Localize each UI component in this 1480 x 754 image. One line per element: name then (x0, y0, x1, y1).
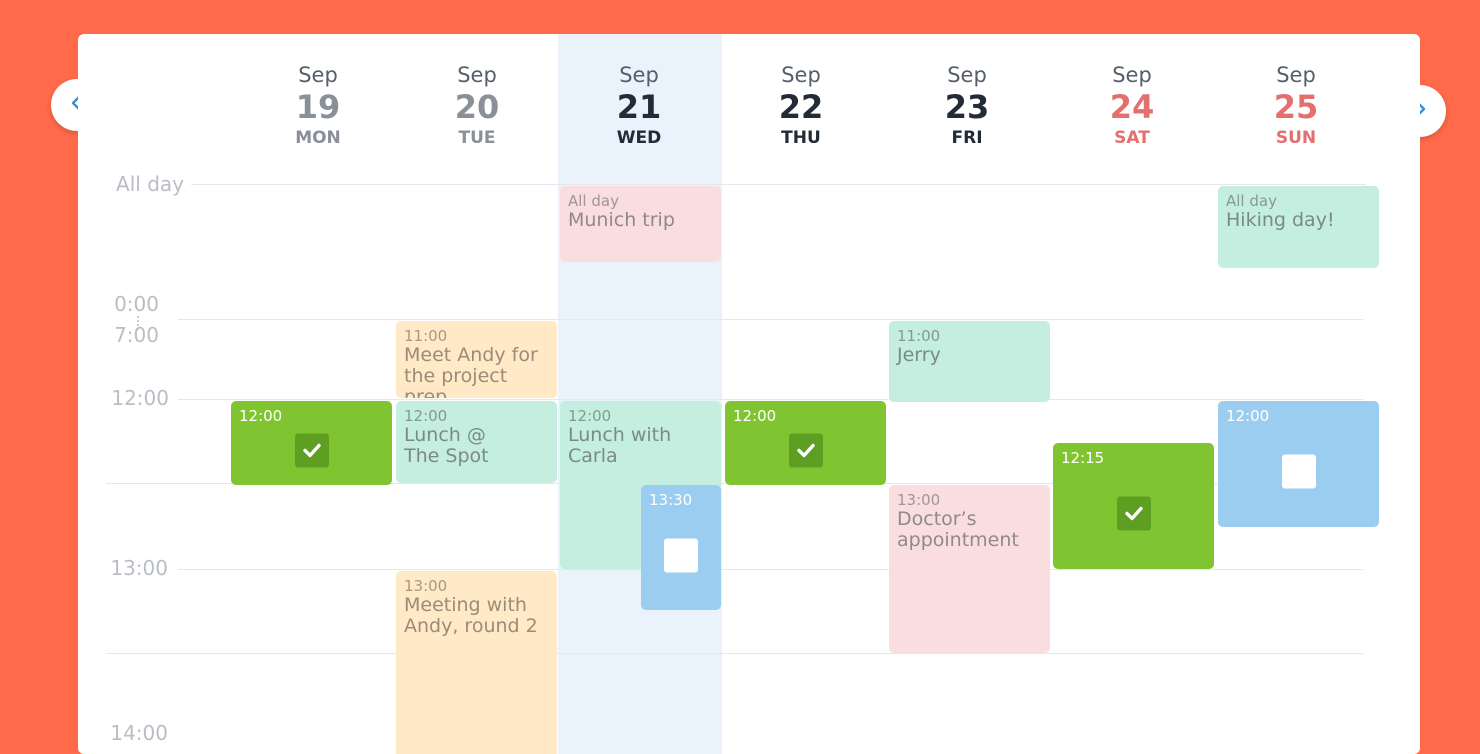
grid-line (178, 569, 1363, 570)
day-number: 24 (1109, 88, 1155, 126)
time-label-0: 0:00 (114, 292, 159, 316)
event-title: Doctor’s appointment (897, 508, 1019, 551)
grid-line (178, 399, 1363, 400)
day-weekday: WED (616, 128, 662, 148)
event-time: All day (568, 192, 619, 210)
event-time: 12:00 (404, 407, 448, 425)
day-month: Sep (457, 63, 497, 87)
calendar-card: Sep 19 MON Sep 20 TUE Sep 21 WED Sep 22 … (78, 34, 1420, 754)
day-weekday: SAT (1114, 128, 1150, 148)
task-saturday[interactable]: 12:15 (1053, 443, 1214, 569)
event-title: Jerry (897, 344, 941, 366)
time-label-7: 7:00 (114, 323, 159, 347)
event-title: Meeting with Andy, round 2 (404, 594, 538, 637)
task-checkbox[interactable] (1281, 454, 1316, 489)
day-number: 20 (454, 88, 500, 126)
task-checkbox[interactable] (788, 433, 823, 468)
day-number: 25 (1273, 88, 1319, 126)
event-time: 13:00 (404, 577, 448, 595)
event-title: Munich trip (568, 209, 675, 231)
event-time: 12:00 (1226, 407, 1270, 425)
day-header-sun[interactable]: Sep 25 SUN (1216, 62, 1376, 149)
event-hiking-day[interactable]: All day Hiking day! (1218, 186, 1379, 268)
event-lunch-spot[interactable]: 12:00 Lunch @ The Spot (396, 401, 557, 483)
day-month: Sep (1112, 63, 1152, 87)
checkmark-icon (302, 443, 321, 458)
day-header-wed[interactable]: Sep 21 WED (559, 62, 719, 149)
event-time: 12:15 (1061, 449, 1105, 467)
event-title: Lunch @ The Spot (404, 424, 489, 467)
task-monday[interactable]: 12:00 (231, 401, 392, 485)
checkmark-icon (1124, 506, 1143, 521)
day-number: 23 (944, 88, 990, 126)
time-label-14: 14:00 (110, 721, 168, 745)
event-title: Hiking day! (1226, 209, 1335, 231)
day-weekday: SUN (1275, 128, 1317, 148)
event-time: 12:00 (568, 407, 612, 425)
day-header-thu[interactable]: Sep 22 THU (721, 62, 881, 149)
event-time: All day (1226, 192, 1277, 210)
event-meet-andy[interactable]: 11:00 Meet Andy for the project prep (396, 321, 557, 398)
day-header-tue[interactable]: Sep 20 TUE (397, 62, 557, 149)
event-title: Meet Andy for the project prep (404, 344, 538, 399)
task-checkbox[interactable] (664, 537, 698, 572)
event-time: 11:00 (404, 327, 448, 345)
checkmark-icon (796, 443, 815, 458)
event-munich-trip[interactable]: All day Munich trip (560, 186, 721, 262)
day-number: 22 (778, 88, 824, 126)
time-label-12: 12:00 (111, 386, 169, 410)
day-month: Sep (619, 63, 659, 87)
time-label-13: 13:00 (110, 556, 168, 580)
day-month: Sep (947, 63, 987, 87)
grid-line (191, 184, 1366, 185)
event-title: Lunch with Carla (568, 424, 672, 467)
time-label-all-day: All day (116, 172, 184, 196)
day-month: Sep (781, 63, 821, 87)
grid-line (178, 319, 1363, 320)
day-weekday: FRI (951, 128, 983, 148)
day-month: Sep (1276, 63, 1316, 87)
event-time: 12:00 (733, 407, 777, 425)
day-header-mon[interactable]: Sep 19 MON (238, 62, 398, 149)
event-time: 13:30 (649, 491, 693, 509)
day-weekday: TUE (458, 128, 496, 148)
day-weekday: THU (781, 128, 821, 148)
event-time: 12:00 (239, 407, 283, 425)
task-wednesday[interactable]: 13:30 (641, 485, 721, 610)
day-header-sat[interactable]: Sep 24 SAT (1052, 62, 1212, 149)
event-time: 11:00 (897, 327, 941, 345)
event-meeting-andy-2[interactable]: 13:00 Meeting with Andy, round 2 (396, 571, 557, 754)
event-doctor[interactable]: 13:00 Doctor’s appointment (889, 485, 1050, 653)
day-weekday: MON (295, 128, 341, 148)
task-sunday[interactable]: 12:00 (1218, 401, 1379, 527)
day-month: Sep (298, 63, 338, 87)
task-thursday[interactable]: 12:00 (725, 401, 886, 485)
day-header-fri[interactable]: Sep 23 FRI (887, 62, 1047, 149)
task-checkbox[interactable] (1116, 496, 1151, 531)
event-jerry[interactable]: 11:00 Jerry (889, 321, 1050, 402)
task-checkbox[interactable] (294, 433, 329, 468)
grid-line (106, 653, 1363, 654)
day-number: 21 (616, 88, 662, 126)
day-number: 19 (295, 88, 341, 126)
event-time: 13:00 (897, 491, 941, 509)
